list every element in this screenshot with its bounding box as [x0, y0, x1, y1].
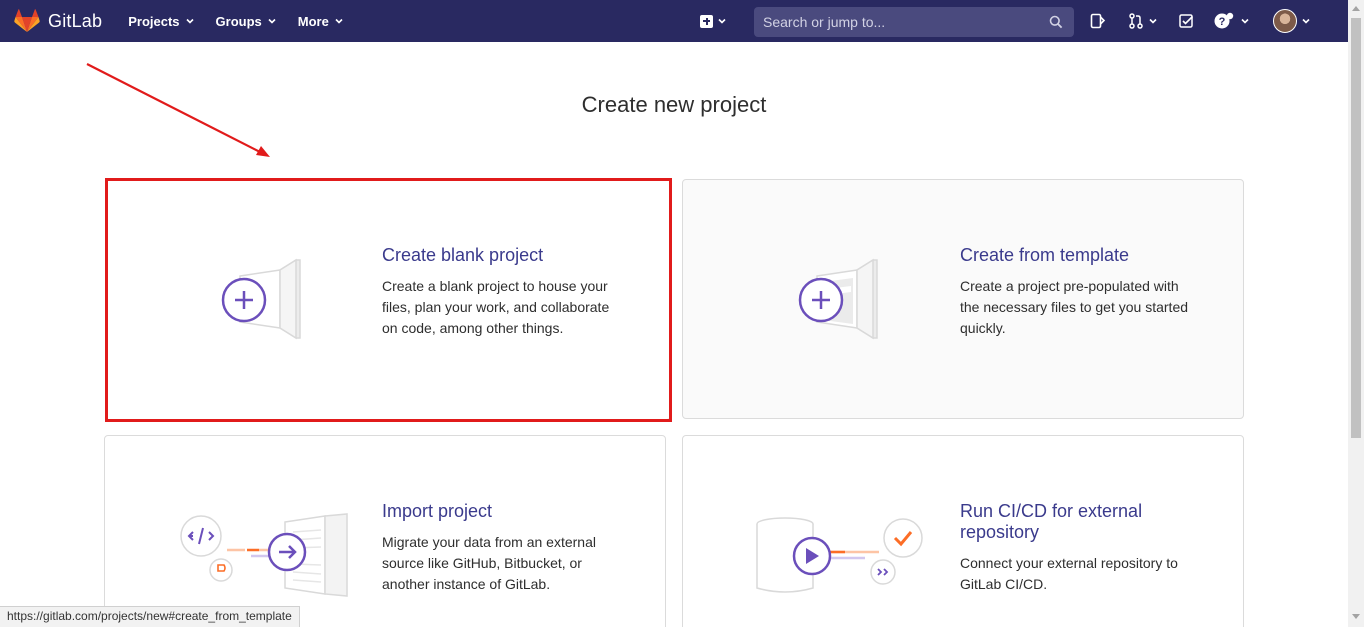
merge-requests-dropdown[interactable] — [1128, 13, 1157, 29]
scroll-up-arrow-icon[interactable] — [1352, 6, 1360, 11]
svg-text:?: ? — [1219, 16, 1226, 28]
card-title: Run CI/CD for external repository — [960, 501, 1143, 542]
scrollbar-thumb[interactable] — [1351, 18, 1361, 438]
card-description: Create a blank project to house your fil… — [382, 278, 610, 336]
new-item-dropdown-button[interactable] — [700, 14, 726, 28]
scroll-down-arrow-icon[interactable] — [1352, 614, 1360, 619]
card-description: Connect your external repository to GitL… — [960, 555, 1178, 592]
chevron-down-icon — [1302, 18, 1310, 24]
link-status-bar: https://gitlab.com/projects/new#create_f… — [0, 606, 300, 627]
nav-right-icons: ? — [1090, 0, 1310, 42]
chevron-down-icon — [1241, 18, 1249, 24]
card-title: Create from template — [960, 245, 1130, 265]
card-title: Import project — [382, 501, 493, 521]
page-title: Create new project — [581, 92, 767, 117]
user-menu-dropdown[interactable] — [1273, 9, 1310, 33]
import-project-card[interactable]: Import project Migrate your data from an… — [104, 435, 666, 627]
search-input[interactable] — [763, 14, 1043, 30]
template-project-illustration-icon — [798, 258, 878, 340]
create-blank-project-card[interactable]: Create blank project Create a blank proj… — [105, 179, 671, 420]
search-icon — [1049, 15, 1063, 29]
chevron-down-icon — [1149, 18, 1157, 24]
card-description: Migrate your data from an external sourc… — [382, 534, 596, 592]
help-question-icon: ? — [1214, 12, 1234, 29]
chevron-down-icon — [718, 18, 726, 24]
search-box — [754, 7, 1074, 37]
issues-button[interactable] — [1090, 13, 1106, 29]
card-description: Create a project pre-populated with the … — [960, 278, 1189, 336]
help-dropdown[interactable]: ? — [1214, 12, 1249, 30]
create-from-template-card[interactable]: Create from template Create a project pr… — [682, 179, 1244, 419]
new-dropdown-area — [700, 0, 726, 42]
plus-square-icon — [700, 14, 713, 28]
card-title: Create blank project — [382, 245, 544, 265]
issues-icon — [1090, 13, 1106, 29]
cicd-illustration-icon — [756, 517, 923, 593]
todo-check-icon — [1179, 13, 1194, 28]
merge-request-icon — [1129, 13, 1143, 29]
blank-project-illustration-icon — [221, 258, 301, 340]
todos-button[interactable] — [1179, 13, 1194, 29]
page-scrollbar[interactable] — [1348, 0, 1364, 627]
user-avatar — [1273, 9, 1297, 33]
run-cicd-external-repo-card[interactable]: Run CI/CD for external repository Connec… — [682, 435, 1244, 627]
import-project-illustration-icon — [180, 513, 348, 597]
